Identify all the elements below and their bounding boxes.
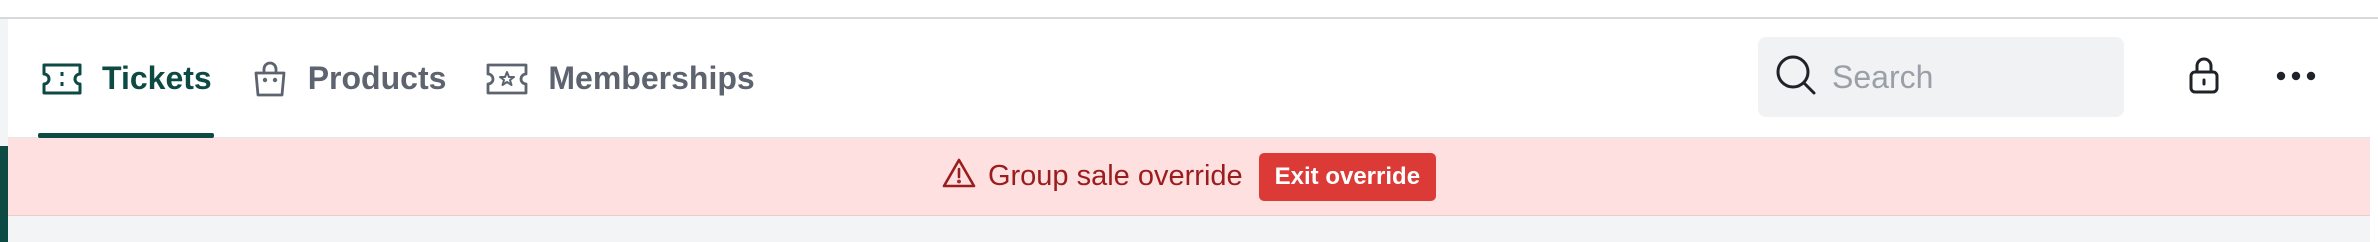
more-horizontal-icon: [2276, 68, 2316, 86]
tab-label: Memberships: [548, 60, 755, 96]
search-input[interactable]: [1832, 58, 2112, 96]
warning-triangle-icon: [942, 158, 976, 196]
override-message: Group sale override: [942, 158, 1243, 196]
shopping-bag-icon: [250, 59, 290, 99]
tab-memberships[interactable]: Memberships: [482, 19, 756, 138]
tab-label: Products: [307, 60, 447, 96]
tab-label: Tickets: [102, 60, 212, 96]
override-message-text: Group sale override: [987, 160, 1243, 192]
tab-products[interactable]: Products: [248, 19, 449, 138]
window-right-edge: [2370, 19, 2378, 242]
lock-icon: [2188, 56, 2220, 99]
lock-button[interactable]: [2182, 55, 2226, 99]
top-navigation-bar: Tickets Products Memberships: [8, 19, 2370, 138]
ticket-icon: [40, 62, 84, 96]
search-icon: [1774, 53, 1818, 102]
tab-tickets[interactable]: Tickets: [38, 19, 214, 138]
sidebar-edge-accent: [0, 146, 8, 242]
star-ticket-icon: [484, 61, 530, 97]
exit-override-button[interactable]: Exit override: [1258, 152, 1437, 201]
nav-tabs: Tickets Products Memberships: [38, 19, 791, 138]
search-box[interactable]: [1758, 37, 2124, 117]
more-options-button[interactable]: [2270, 55, 2322, 99]
override-banner: Group sale override Exit override: [8, 138, 2370, 216]
window-top-edge: [0, 0, 2378, 19]
